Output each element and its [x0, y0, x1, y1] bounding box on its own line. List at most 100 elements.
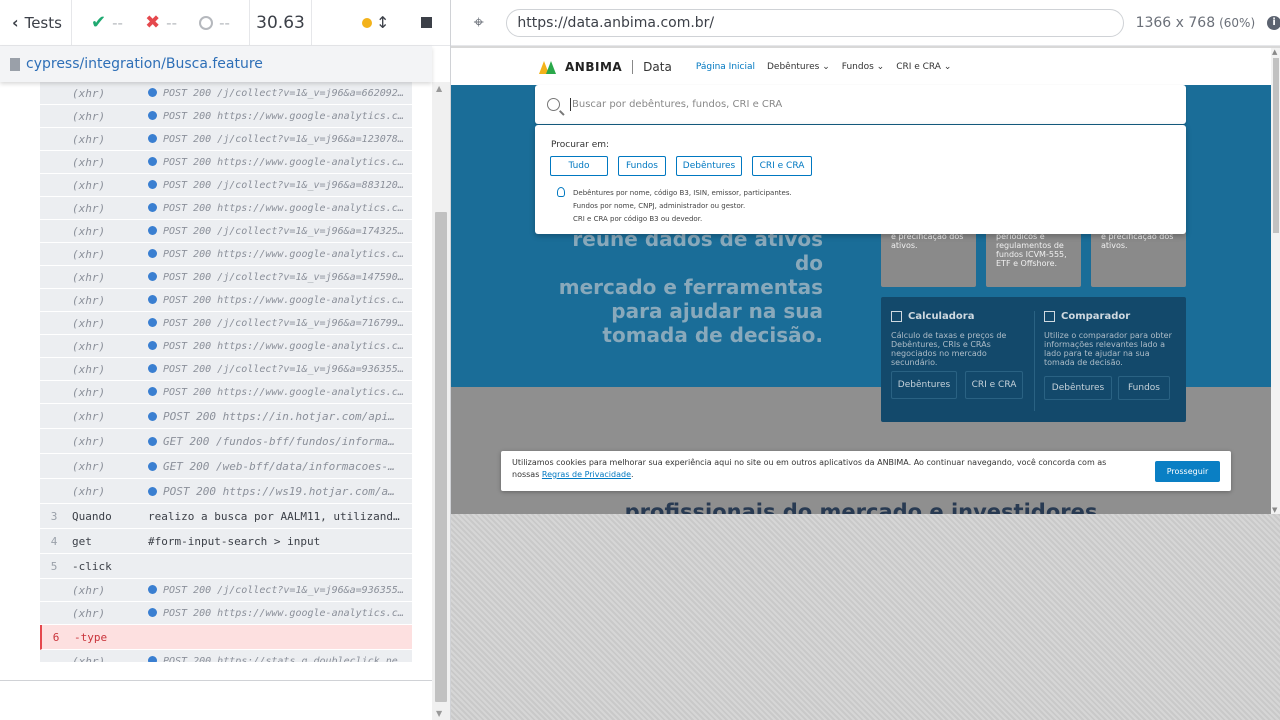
- auto-scroll-toggle[interactable]: ↕: [362, 13, 389, 32]
- xhr-dot-icon: [148, 387, 157, 396]
- command-name: (xhr): [72, 316, 106, 330]
- stop-icon[interactable]: [421, 17, 432, 28]
- aut-scrollbar-thumb[interactable]: [1273, 58, 1279, 233]
- command-log-row[interactable]: (xhr) POST 200 https://www.google-analyti…: [40, 243, 412, 266]
- command-log-row[interactable]: (xhr) POST 200 /j/collect?v=1&_v=j96&a=66…: [40, 82, 412, 105]
- xhr-dot-icon: [148, 656, 157, 662]
- xhr-url: POST 200 /j/collect?v=1&_v=j96&a=8831202…: [163, 179, 412, 191]
- xhr-dot-icon: [148, 341, 157, 350]
- filter-cri-cra-button[interactable]: CRI e CRA: [752, 156, 812, 176]
- command-log-row[interactable]: (xhr) POST 200 /j/collect?v=1&_v=j96&a=88…: [40, 174, 412, 197]
- command-log-row[interactable]: (xhr) POST 200 https://www.google-analyti…: [40, 105, 412, 128]
- scroll-up-icon[interactable]: ▲: [1272, 48, 1277, 56]
- card-text: e precificação dos ativos.: [1101, 232, 1174, 250]
- brand-sub: Data: [643, 59, 672, 74]
- info-icon[interactable]: i: [1267, 15, 1280, 30]
- filter-debentures-button[interactable]: Debêntures: [676, 156, 742, 176]
- feature-card[interactable]: periódicos e regulamentos de fundos ICVM…: [986, 226, 1081, 287]
- command-log-row[interactable]: (xhr) GET 200 /fundos-bff/fundos/informa…: [40, 429, 412, 454]
- command-message: POST 200 /j/collect?v=1&_v=j96&a=9363558…: [148, 364, 412, 375]
- command-name: -type: [74, 630, 108, 644]
- viewport-size: 1366 x 768: [1135, 14, 1216, 31]
- search-in-label: Procurar em:: [551, 140, 610, 150]
- command-log-row[interactable]: (xhr) POST 200 https://stats.g.doubleclic…: [40, 650, 412, 662]
- command-log-row[interactable]: (xhr) POST 200 /j/collect?v=1&_v=j96&a=12…: [40, 128, 412, 151]
- filter-fundos-button[interactable]: Fundos: [618, 156, 666, 176]
- aut-scrollbar[interactable]: ▲ ▼: [1271, 48, 1280, 514]
- aut-iframe: ANBIMA Data Página Inicial Debêntures ⌄ …: [451, 48, 1280, 514]
- calc-debentures-button[interactable]: Debêntures: [891, 371, 957, 399]
- privacy-link[interactable]: Regras de Privacidade: [542, 470, 631, 479]
- card-text: e precificação dos ativos.: [891, 232, 964, 250]
- command-log-row[interactable]: (xhr) POST 200 https://www.google-analyti…: [40, 381, 412, 404]
- xhr-url: POST 200 /j/collect?v=1&_v=j96&a=1230780…: [163, 133, 412, 145]
- command-name: (xhr): [72, 484, 106, 498]
- command-message: #form-input-search > input: [148, 534, 321, 548]
- command-log-row[interactable]: 4 get #form-input-search > input: [40, 529, 412, 554]
- command-log-row[interactable]: (xhr) POST 200 /j/collect?v=1&_v=j96&a=93…: [40, 358, 412, 381]
- cookie-accept-button[interactable]: Prosseguir: [1155, 461, 1220, 482]
- xhr-dot-icon: [148, 462, 157, 471]
- spec-file-path[interactable]: cypress/integration/Busca.feature: [26, 56, 263, 72]
- comp-fundos-button[interactable]: Fundos: [1118, 376, 1170, 400]
- command-log-row[interactable]: (xhr) POST 200 https://www.google-analyti…: [40, 289, 412, 312]
- command-name: (xhr): [72, 247, 106, 261]
- nav-fundos[interactable]: Fundos ⌄: [842, 62, 884, 72]
- scroll-down-icon[interactable]: ▼: [1272, 506, 1277, 514]
- pending-stat: --: [199, 14, 230, 32]
- command-log-row[interactable]: (xhr) POST 200 https://in.hotjar.com/api…: [40, 404, 412, 429]
- command-log-row[interactable]: 6 -type: [40, 625, 412, 650]
- xhr-url: POST 200 /j/collect?v=1&_v=j96&a=1475902…: [163, 271, 412, 283]
- scroll-up-icon[interactable]: ▲: [436, 84, 442, 93]
- command-log-row[interactable]: (xhr) POST 200 https://www.google-analyti…: [40, 197, 412, 220]
- tools-panel: Calculadora Cálculo de taxas e preços de…: [881, 297, 1186, 422]
- calc-cri-cra-button[interactable]: CRI e CRA: [965, 371, 1023, 399]
- feature-card[interactable]: e precificação dos ativos.: [1091, 226, 1186, 287]
- command-log-row[interactable]: (xhr) POST 200 /j/collect?v=1&_v=j96&a=71…: [40, 312, 412, 335]
- reporter-scrollbar[interactable]: ▲ ▼: [432, 82, 450, 720]
- anbima-logo[interactable]: ANBIMA Data: [539, 59, 672, 74]
- url-field[interactable]: https://data.anbima.com.br/: [506, 8, 1124, 37]
- tests-button[interactable]: ‹ Tests: [0, 0, 72, 46]
- scroll-down-icon[interactable]: ▼: [436, 709, 442, 718]
- hero-line: reúne dados de ativos do: [572, 227, 823, 275]
- calculator-desc: Cálculo de taxas e preços de Debêntures,…: [891, 331, 1007, 367]
- filter-tudo-button[interactable]: Tudo: [550, 156, 608, 176]
- command-log-row[interactable]: (xhr) POST 200 /j/collect?v=1&_v=j96&a=17…: [40, 220, 412, 243]
- failed-stat: ✖ --: [145, 12, 177, 33]
- xhr-url: POST 200 https://www.google-analytics.co…: [163, 340, 412, 352]
- nav-home[interactable]: Página Inicial: [696, 62, 755, 72]
- command-log-row[interactable]: (xhr) POST 200 https://www.google-analyti…: [40, 602, 412, 625]
- command-log-row[interactable]: (xhr) POST 200 /j/collect?v=1&_v=j96&a=93…: [40, 579, 412, 602]
- command-log-row[interactable]: 5 -click: [40, 554, 412, 579]
- row-number: 4: [50, 534, 58, 548]
- command-log-row[interactable]: (xhr) GET 200 /web-bff/data/informacoes-…: [40, 454, 412, 479]
- pending-count: --: [219, 13, 230, 32]
- scrollbar-thumb[interactable]: [435, 212, 447, 702]
- command-name: (xhr): [72, 132, 106, 146]
- command-log-row[interactable]: (xhr) POST 200 https://www.google-analyti…: [40, 335, 412, 358]
- selector-playground-icon[interactable]: ⌖: [451, 12, 506, 33]
- lightbulb-icon: [557, 187, 565, 197]
- command-name: (xhr): [72, 409, 106, 423]
- cypress-runner: ‹ Tests ✔ -- ✖ -- -- 30.63 ↕ cypress/integ…: [0, 0, 1280, 720]
- search-input[interactable]: Buscar por debêntures, fundos, CRI e CRA: [535, 85, 1186, 124]
- comp-debentures-button[interactable]: Debêntures: [1044, 376, 1112, 400]
- xhr-url: POST 200 https://www.google-analytics.co…: [163, 248, 412, 260]
- command-name: (xhr): [72, 606, 106, 620]
- xhr-dot-icon: [148, 412, 157, 421]
- command-log-row[interactable]: (xhr) POST 200 https://ws19.hotjar.com/a…: [40, 479, 412, 504]
- aut-header: ⌖ https://data.anbima.com.br/ 1366 x 768…: [451, 0, 1280, 46]
- search-placeholder: Buscar por debêntures, fundos, CRI e CRA: [572, 99, 783, 110]
- command-log-row[interactable]: 3 Quando realizo a busca por AALM11, utili…: [40, 504, 412, 529]
- nav-cri-cra[interactable]: CRI e CRA ⌄: [896, 62, 951, 72]
- command-log-row[interactable]: (xhr) POST 200 https://www.google-analyti…: [40, 151, 412, 174]
- command-log-row[interactable]: (xhr) POST 200 /j/collect?v=1&_v=j96&a=14…: [40, 266, 412, 289]
- command-message: POST 200 /j/collect?v=1&_v=j96&a=9363558…: [148, 585, 412, 596]
- viewport-empty-area: [451, 514, 1280, 720]
- nav-debentures[interactable]: Debêntures ⌄: [767, 62, 830, 72]
- hero-text: reúne dados de ativos do mercado e ferra…: [547, 227, 823, 347]
- feature-card[interactable]: e precificação dos ativos.: [881, 226, 976, 287]
- xhr-url: POST 200 https://www.google-analytics.co…: [163, 607, 412, 619]
- zoom-level: (60%): [1219, 15, 1256, 30]
